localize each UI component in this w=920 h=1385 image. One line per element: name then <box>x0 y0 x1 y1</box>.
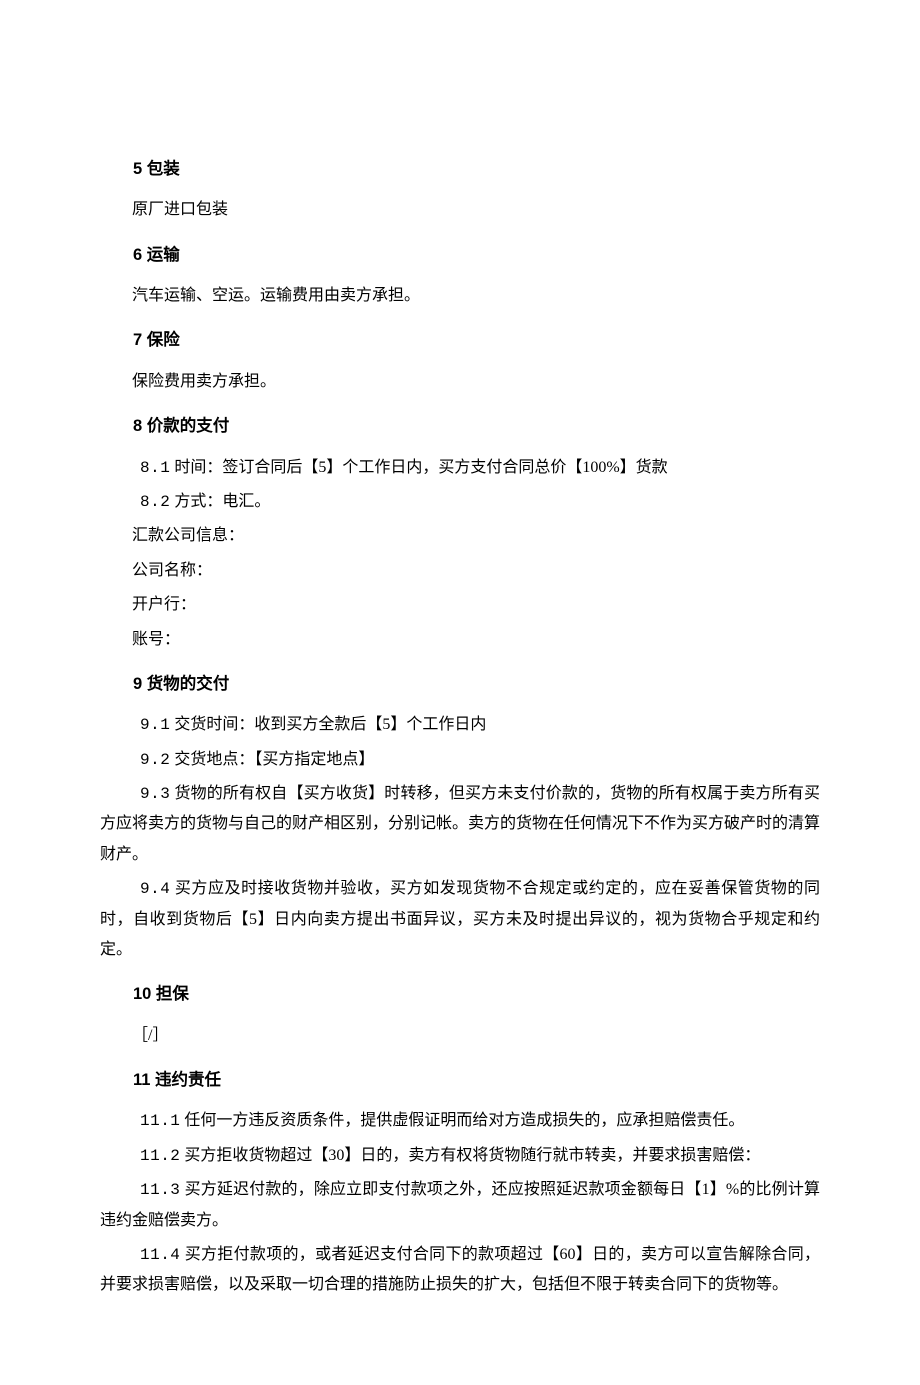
clause-number: 9.3 <box>140 785 170 803</box>
section-8-heading: 8 价款的支付 <box>100 411 820 442</box>
clause-text: 买方延迟付款的，除应立即支付款项之外，还应按照延迟款项金额每日【1】%的比例计算… <box>100 1181 820 1228</box>
section-8-company: 公司名称： <box>100 556 820 586</box>
section-6-text: 汽车运输、空运。运输费用由卖方承担。 <box>100 281 820 311</box>
section-7-text: 保险费用卖方承担。 <box>100 367 820 397</box>
clause-number: 11.3 <box>140 1181 180 1199</box>
clause-text: 交货时间：收到买方全款后【5】个工作日内 <box>170 716 486 733</box>
clause-number: 11.4 <box>140 1246 180 1264</box>
section-10-text: ［/］ <box>100 1021 820 1051</box>
clause-11-2: 11.2 买方拒收货物超过【30】日的，卖方有权将货物随行就市转卖，并要求损害赔… <box>100 1141 820 1171</box>
clause-8-2: 8.2 方式：电汇。 <box>100 487 820 517</box>
clause-text: 买方拒收货物超过【30】日的，卖方有权将货物随行就市转卖，并要求损害赔偿： <box>180 1147 760 1164</box>
clause-text: 交货地点：【买方指定地点】 <box>170 751 374 768</box>
section-8-account: 账号： <box>100 625 820 655</box>
clause-number: 9.2 <box>140 751 170 769</box>
clause-number: 9.1 <box>140 716 170 734</box>
clause-11-1: 11.1 任何一方违反资质条件，提供虚假证明而给对方造成损失的，应承担赔偿责任。 <box>100 1106 820 1136</box>
clause-text: 买方应及时接收货物并验收，买方如发现货物不合规定或约定的，应在妥善保管货物的同时… <box>100 880 820 958</box>
clause-number: 8.2 <box>140 493 170 511</box>
clause-9-3: 9.3 货物的所有权自【买方收货】时转移，但买方未支付价款的，货物的所有权属于卖… <box>100 779 820 870</box>
clause-number: 11.2 <box>140 1147 180 1165</box>
section-8-remit-info: 汇款公司信息： <box>100 521 820 551</box>
section-10-heading: 10 担保 <box>100 979 820 1010</box>
clause-11-4: 11.4 买方拒付款项的，或者延迟支付合同下的款项超过【60】日的，卖方可以宣告… <box>100 1240 820 1301</box>
clause-text: 方式：电汇。 <box>170 493 270 510</box>
clause-number: 8.1 <box>140 459 170 477</box>
clause-9-1: 9.1 交货时间：收到买方全款后【5】个工作日内 <box>100 710 820 740</box>
clause-text: 货物的所有权自【买方收货】时转移，但买方未支付价款的，货物的所有权属于卖方所有买… <box>100 785 820 863</box>
clause-number: 9.4 <box>140 880 170 898</box>
section-11-heading: 11 违约责任 <box>100 1065 820 1096</box>
section-8-bank: 开户行： <box>100 590 820 620</box>
clause-8-1: 8.1 时间：签订合同后【5】个工作日内，买方支付合同总价【100%】货款 <box>100 453 820 483</box>
clause-9-4: 9.4 买方应及时接收货物并验收，买方如发现货物不合规定或约定的，应在妥善保管货… <box>100 874 820 965</box>
section-5-heading: 5 包装 <box>100 154 820 185</box>
clause-9-2: 9.2 交货地点：【买方指定地点】 <box>100 745 820 775</box>
clause-text: 时间：签订合同后【5】个工作日内，买方支付合同总价【100%】货款 <box>170 459 667 476</box>
section-9-heading: 9 货物的交付 <box>100 669 820 700</box>
clause-number: 11.1 <box>140 1112 180 1130</box>
section-7-heading: 7 保险 <box>100 325 820 356</box>
section-6-heading: 6 运输 <box>100 240 820 271</box>
clause-11-3: 11.3 买方延迟付款的，除应立即支付款项之外，还应按照延迟款项金额每日【1】%… <box>100 1175 820 1236</box>
clause-text: 买方拒付款项的，或者延迟支付合同下的款项超过【60】日的，卖方可以宣告解除合同，… <box>100 1246 820 1293</box>
section-5-text: 原厂进口包装 <box>100 195 820 225</box>
clause-text: 任何一方违反资质条件，提供虚假证明而给对方造成损失的，应承担赔偿责任。 <box>180 1112 744 1129</box>
